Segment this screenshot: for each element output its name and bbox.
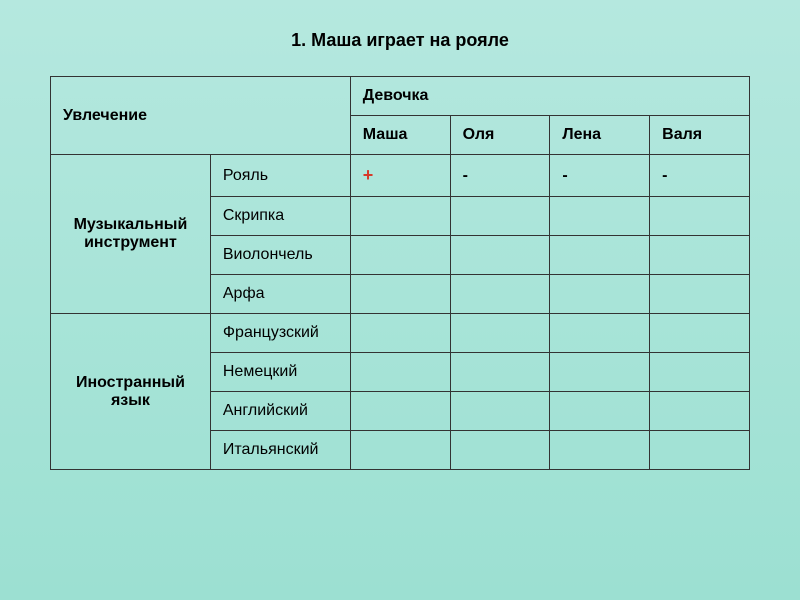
section-0-line1: Музыкальный: [74, 216, 188, 233]
row-item: Арфа: [210, 275, 350, 314]
row-item: Виолончель: [210, 236, 350, 275]
cell: [450, 197, 550, 236]
cell: [550, 275, 650, 314]
girl-col-3: Валя: [650, 116, 750, 155]
cell: +: [350, 155, 450, 197]
cell: [350, 353, 450, 392]
cell: [650, 275, 750, 314]
cell: [450, 431, 550, 470]
cell: [450, 353, 550, 392]
logic-table: Увлечение Девочка Маша Оля Лена Валя Муз…: [50, 76, 750, 470]
cell: [350, 275, 450, 314]
minus-mark: -: [463, 167, 468, 184]
cell: [550, 353, 650, 392]
section-0-line2: инструмент: [84, 234, 177, 251]
row-item: Французский: [210, 314, 350, 353]
cell: [650, 314, 750, 353]
cell: [350, 197, 450, 236]
cell: [350, 392, 450, 431]
section-1-label: Иностранный язык: [51, 314, 211, 470]
row-item: Итальянский: [210, 431, 350, 470]
section-1-line1: Иностранный: [76, 374, 185, 391]
girl-col-1: Оля: [450, 116, 550, 155]
cell: -: [650, 155, 750, 197]
girl-col-0: Маша: [350, 116, 450, 155]
cell: -: [550, 155, 650, 197]
cell: [650, 236, 750, 275]
cell: [550, 314, 650, 353]
plus-mark: +: [363, 165, 374, 185]
row-item: Скрипка: [210, 197, 350, 236]
cell: -: [450, 155, 550, 197]
section-0-label: Музыкальный инструмент: [51, 155, 211, 314]
cell: [450, 392, 550, 431]
cell: [550, 392, 650, 431]
cell: [650, 392, 750, 431]
header-row-1: Увлечение Девочка: [51, 77, 750, 116]
girl-header: Девочка: [350, 77, 749, 116]
page-title: 1. Маша играет на рояле: [291, 30, 509, 51]
cell: [350, 431, 450, 470]
cell: [350, 236, 450, 275]
girl-col-2: Лена: [550, 116, 650, 155]
row-item: Английский: [210, 392, 350, 431]
cell: [450, 275, 550, 314]
cell: [550, 236, 650, 275]
minus-mark: -: [662, 167, 667, 184]
cell: [650, 353, 750, 392]
cell: [550, 431, 650, 470]
row-item: Рояль: [210, 155, 350, 197]
minus-mark: -: [562, 167, 567, 184]
table-row: Музыкальный инструмент Рояль + - - -: [51, 155, 750, 197]
section-1-line2: язык: [111, 392, 150, 409]
cell: [450, 236, 550, 275]
row-item: Немецкий: [210, 353, 350, 392]
cell: [650, 431, 750, 470]
cell: [350, 314, 450, 353]
hobby-header: Увлечение: [51, 77, 351, 155]
cell: [450, 314, 550, 353]
cell: [650, 197, 750, 236]
table-row: Иностранный язык Французский: [51, 314, 750, 353]
cell: [550, 197, 650, 236]
